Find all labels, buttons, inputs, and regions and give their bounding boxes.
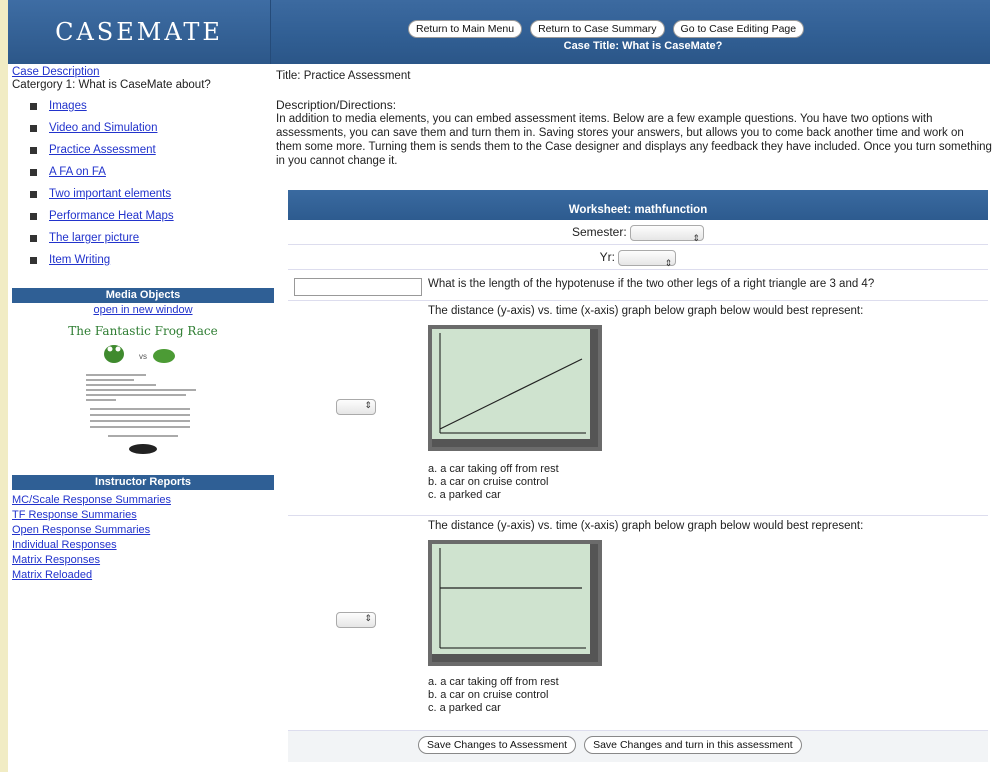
nav-item-label[interactable]: Two important elements xyxy=(49,188,171,200)
semester-select[interactable]: ⇕ xyxy=(630,224,705,243)
report-link-individual[interactable]: Individual Responses xyxy=(12,538,274,553)
nav-item-item-writing[interactable]: Item Writing xyxy=(12,249,274,271)
question-3-row: ⇕ The distance (y-axis) vs. time (x-axis… xyxy=(288,516,988,731)
report-link-open[interactable]: Open Response Summaries xyxy=(12,523,274,538)
bullet-icon xyxy=(30,124,37,132)
casemate-logo: CASEMATE xyxy=(8,0,271,64)
nav-item-practice[interactable]: Practice Assessment xyxy=(12,139,274,161)
report-link-matrix[interactable]: Matrix Responses xyxy=(12,553,274,568)
year-row: Yr: ⇕ xyxy=(288,245,988,270)
bullet-icon xyxy=(30,212,37,220)
graph-image xyxy=(432,329,590,439)
bullet-icon xyxy=(30,146,37,154)
description-text: In addition to media elements, you can e… xyxy=(276,113,992,167)
header-buttons: Return to Main Menu Return to Case Summa… xyxy=(408,20,805,38)
category-heading: Catergory 1: What is CaseMate about? xyxy=(12,79,211,91)
choice-a: a. a car taking off from rest xyxy=(428,463,559,475)
sidebar: Case Description Catergory 1: What is Ca… xyxy=(12,66,274,583)
question-2-row: ⇕ The distance (y-axis) vs. time (x-axis… xyxy=(288,301,988,516)
semester-row: Semester: ⇕ xyxy=(288,220,988,245)
select-arrow-icon: ⇕ xyxy=(364,400,372,410)
worksheet-title: Worksheet: mathfunction xyxy=(288,190,988,220)
report-link-tf[interactable]: TF Response Summaries xyxy=(12,508,274,523)
case-description-link[interactable]: Case Description xyxy=(12,66,274,78)
vs-text: vs xyxy=(139,352,147,361)
nav-item-label[interactable]: The larger picture xyxy=(49,232,139,244)
nav-item-label[interactable]: A FA on FA xyxy=(49,166,106,178)
graph-image xyxy=(432,544,590,654)
frog-race-thumbnail-image: vs xyxy=(86,345,196,454)
choice-a: a. a car taking off from rest xyxy=(428,676,559,688)
assessment-actions: Save Changes to Assessment Save Changes … xyxy=(418,736,802,754)
bullet-icon xyxy=(30,256,37,264)
answer-select[interactable]: ⇕ xyxy=(336,612,376,628)
nav-item-two-elements[interactable]: Two important elements xyxy=(12,183,274,205)
nav-item-larger-picture[interactable]: The larger picture xyxy=(12,227,274,249)
question-1-text: What is the length of the hypotenuse if … xyxy=(428,278,875,290)
media-thumbnail[interactable]: The Fantastic Frog Race vs xyxy=(68,324,218,462)
nav-item-heat-maps[interactable]: Performance Heat Maps xyxy=(12,205,274,227)
bullet-icon xyxy=(30,102,37,110)
nav-item-label[interactable]: Item Writing xyxy=(49,254,110,266)
year-select[interactable]: ⇕ xyxy=(618,249,677,268)
choice-b: b. a car on cruise control xyxy=(428,476,549,488)
case-editing-page-button[interactable]: Go to Case Editing Page xyxy=(672,20,805,38)
answer-input[interactable] xyxy=(294,278,422,296)
nav-item-video[interactable]: Video and Simulation xyxy=(12,117,274,139)
flat-line-graph xyxy=(428,540,602,666)
question-2-text: The distance (y-axis) vs. time (x-axis) … xyxy=(428,305,864,317)
nav-item-label[interactable]: Practice Assessment xyxy=(49,144,156,156)
bullet-icon xyxy=(30,168,37,176)
instructor-reports-header: Instructor Reports xyxy=(12,475,274,490)
select-arrow-icon: ⇕ xyxy=(364,613,372,623)
nav-item-label[interactable]: Images xyxy=(49,100,87,112)
bullet-icon xyxy=(30,190,37,198)
nav-item-fa[interactable]: A FA on FA xyxy=(12,161,274,183)
choice-c: c. a parked car xyxy=(428,489,501,501)
return-case-summary-button[interactable]: Return to Case Summary xyxy=(530,20,665,38)
app-header: CASEMATE Return to Main Menu Return to C… xyxy=(8,0,990,64)
nav-item-label[interactable]: Video and Simulation xyxy=(49,122,157,134)
media-thumb-title: The Fantastic Frog Race xyxy=(68,324,218,338)
reports-list: MC/Scale Response Summaries TF Response … xyxy=(12,493,274,583)
question-1-row: What is the length of the hypotenuse if … xyxy=(288,270,988,301)
question-3-text: The distance (y-axis) vs. time (x-axis) … xyxy=(428,520,864,532)
nav-item-label[interactable]: Performance Heat Maps xyxy=(49,210,174,222)
rising-line-graph xyxy=(428,325,602,451)
worksheet: Worksheet: mathfunction Semester: ⇕ Yr: … xyxy=(288,190,988,762)
open-new-window-link[interactable]: open in new window xyxy=(12,304,274,316)
media-objects-header: Media Objects xyxy=(12,288,274,303)
report-link-matrix-reloaded[interactable]: Matrix Reloaded xyxy=(12,568,274,583)
bullet-icon xyxy=(30,234,37,242)
question-3-choices: a. a car taking off from rest b. a car o… xyxy=(428,676,559,715)
section-nav: Images Video and Simulation Practice Ass… xyxy=(12,95,274,271)
main-content: Title: Practice Assessment Description/D… xyxy=(276,66,992,168)
save-assessment-button[interactable]: Save Changes to Assessment xyxy=(418,736,577,754)
answer-select[interactable]: ⇕ xyxy=(336,399,376,415)
nav-item-images[interactable]: Images xyxy=(12,95,274,117)
question-2-choices: a. a car taking off from rest b. a car o… xyxy=(428,463,559,502)
case-title: Case Title: What is CaseMate? xyxy=(563,40,723,52)
page-title: Title: Practice Assessment xyxy=(276,70,411,82)
year-label: Yr: xyxy=(599,250,615,264)
choice-c: c. a parked car xyxy=(428,702,501,714)
save-and-turn-in-button[interactable]: Save Changes and turn in this assessment xyxy=(584,736,802,754)
left-edge-strip xyxy=(0,0,8,772)
return-main-menu-button[interactable]: Return to Main Menu xyxy=(408,20,523,38)
semester-label: Semester: xyxy=(571,225,627,239)
choice-b: b. a car on cruise control xyxy=(428,689,549,701)
description-label: Description/Directions: xyxy=(276,98,397,112)
report-link-mc-scale[interactable]: MC/Scale Response Summaries xyxy=(12,493,274,508)
